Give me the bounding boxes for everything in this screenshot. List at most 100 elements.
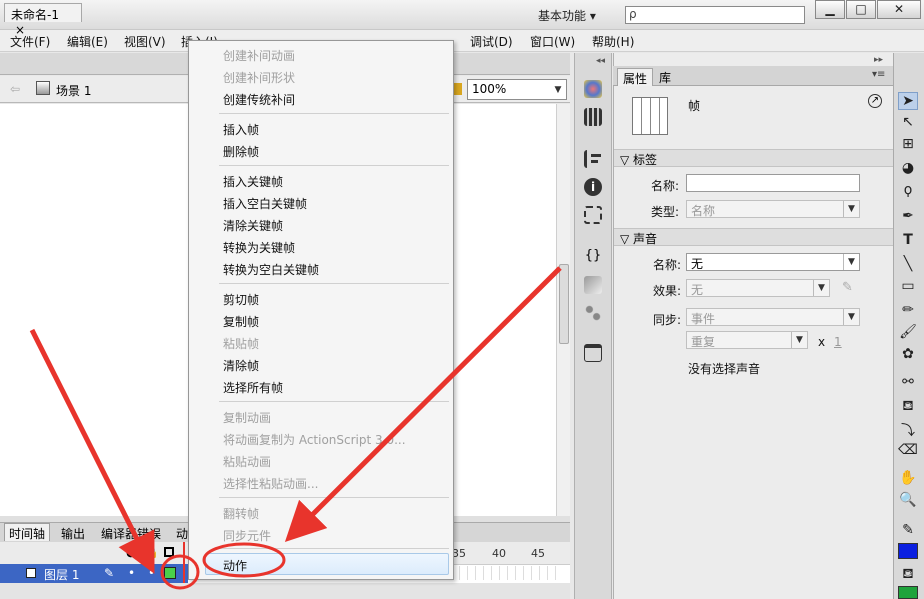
menu-item-create-classic-tween[interactable]: 创建传统补间 [223, 91, 295, 108]
workspace-switcher[interactable]: 基本功能 ▾ [538, 7, 596, 24]
align-icon[interactable] [584, 150, 602, 168]
info-icon[interactable]: i [584, 178, 602, 196]
color-panel-icon[interactable] [584, 80, 602, 98]
close-icon[interactable]: × [15, 23, 25, 37]
menu-item-paste-motion[interactable]: 粘贴动画 [223, 453, 271, 470]
label-type-select[interactable]: 名称 ▼ [686, 200, 860, 218]
tab-output[interactable]: 输出 [57, 524, 89, 542]
selection-tool-icon[interactable]: ➤ [898, 92, 918, 110]
close-button[interactable]: ✕ [877, 0, 921, 19]
menu-item-insert-blank-keyframe[interactable]: 插入空白关键帧 [223, 195, 307, 212]
sound-section-header[interactable]: ▽ 声音 [614, 228, 893, 246]
zoom-select[interactable]: 100% ▼ [467, 79, 567, 100]
menu-item-paste-motion-special[interactable]: 选择性粘贴动画... [223, 475, 318, 492]
fill-color-swatch[interactable] [898, 586, 918, 599]
text-tool-icon[interactable]: T [898, 232, 918, 250]
arrow-icon[interactable]: ↗ [868, 94, 882, 108]
menu-item-create-motion-tween[interactable]: 创建补间动画 [223, 47, 295, 64]
menu-item-remove-frames[interactable]: 删除帧 [223, 143, 259, 160]
menu-item-actions[interactable]: 动作 [223, 557, 247, 574]
outline-icon[interactable] [164, 547, 174, 557]
layer-name[interactable]: 图层 1 [44, 566, 79, 583]
menu-item-clear-keyframe[interactable]: 清除关键帧 [223, 217, 283, 234]
menu-item-insert-frame[interactable]: 插入帧 [223, 121, 259, 138]
menu-item-copy-frames[interactable]: 复制帧 [223, 313, 259, 330]
layer-color-swatch[interactable] [164, 567, 176, 579]
fill-color-bucket-icon[interactable]: ⛾ [898, 566, 918, 584]
pen-tool-icon[interactable]: ✒ [898, 208, 918, 226]
visibility-dot-icon[interactable]: • [128, 566, 135, 580]
tab-timeline[interactable]: 时间轴 [4, 523, 51, 541]
tab-properties[interactable]: 属性 [617, 68, 654, 86]
swatches-icon[interactable] [584, 108, 602, 126]
stroke-color-pencil-icon[interactable]: ✎ [898, 522, 918, 540]
line-tool-icon[interactable]: ╲ [898, 256, 918, 274]
menu-item-cut-frames[interactable]: 剪切帧 [223, 291, 259, 308]
motion-presets-icon[interactable] [584, 304, 602, 322]
rectangle-tool-icon[interactable]: ▭ [898, 278, 918, 296]
eyedropper-tool-icon[interactable]: ⤵ [898, 420, 918, 439]
maximize-button[interactable]: □ [846, 0, 876, 19]
sound-name-select[interactable]: 无 ▼ [686, 253, 860, 271]
menu-edit[interactable]: 编辑(E) [67, 33, 108, 50]
menu-item-copy-motion[interactable]: 复制动画 [223, 409, 271, 426]
eraser-tool-icon[interactable]: ⌫ [898, 442, 918, 460]
lock-dot-icon[interactable]: • [148, 566, 155, 580]
pencil-tool-icon[interactable]: ✏ [898, 302, 918, 320]
repeat-times-value[interactable]: 1 [834, 335, 842, 349]
eye-icon[interactable]: ● [126, 546, 136, 559]
menu-item-insert-keyframe[interactable]: 插入关键帧 [223, 173, 283, 190]
panel-menu-icon[interactable]: ▾≡ [872, 69, 885, 80]
menu-separator [219, 165, 449, 166]
actions-icon[interactable]: {} [584, 248, 602, 266]
chevron-down-icon: ▼ [843, 201, 859, 217]
transform-icon[interactable] [584, 206, 602, 224]
zoom-tool-icon[interactable]: 🔍 [898, 492, 918, 510]
paint-bucket-tool-icon[interactable]: ⛾ [898, 398, 918, 416]
menu-item-select-all-frames[interactable]: 选择所有帧 [223, 379, 283, 396]
edit-envelope-pencil-icon[interactable]: ✎ [842, 280, 853, 295]
menu-item-paste-frames[interactable]: 粘贴帧 [223, 335, 259, 352]
deco-tool-icon[interactable]: ✿ [898, 346, 918, 364]
scrollbar-thumb[interactable] [559, 264, 569, 344]
frame-cells[interactable] [452, 566, 556, 580]
menu-item-synchronize-symbols[interactable]: 同步元件 [223, 527, 271, 544]
back-arrow-icon[interactable]: ⇦ [10, 82, 20, 96]
menu-item-copy-motion-as-as3[interactable]: 将动画复制为 ActionScript 3.0... [223, 431, 406, 448]
label-section-header[interactable]: ▽ 标签 [614, 149, 893, 167]
expand-arrows-icon[interactable]: ▸▸ [874, 55, 883, 65]
bone-tool-icon[interactable]: ⚯ [898, 374, 918, 392]
collapse-arrows-icon[interactable]: ◂◂ [596, 56, 605, 66]
document-tab[interactable]: 未命名-1 × [4, 3, 82, 37]
3d-rotation-tool-icon[interactable]: ◕ [898, 160, 918, 178]
minimize-button[interactable]: ▁ [815, 0, 845, 19]
free-transform-tool-icon[interactable]: ⊞ [898, 136, 918, 154]
menu-debug[interactable]: 调试(D) [470, 33, 513, 50]
menu-item-reverse-frames[interactable]: 翻转帧 [223, 505, 259, 522]
menu-item-clear-frames[interactable]: 清除帧 [223, 357, 259, 374]
sync-select[interactable]: 事件 ▼ [686, 308, 860, 326]
type-label: 类型: [651, 205, 680, 219]
effect-select[interactable]: 无 ▼ [686, 279, 830, 297]
lasso-tool-icon[interactable]: ϙ [898, 182, 918, 200]
workspace-label: 基本功能 [538, 9, 587, 23]
menu-help[interactable]: 帮助(H) [592, 33, 634, 50]
subselection-tool-icon[interactable]: ↖ [898, 114, 918, 132]
frame-name-input[interactable] [686, 174, 860, 192]
menu-window[interactable]: 窗口(W) [530, 33, 575, 50]
lock-icon[interactable]: 🔒 [145, 546, 159, 559]
menu-item-convert-to-blank-keyframes[interactable]: 转换为空白关键帧 [223, 261, 319, 278]
menu-item-create-shape-tween[interactable]: 创建补间形状 [223, 69, 295, 86]
tab-library[interactable]: 库 [654, 68, 676, 86]
menu-item-convert-to-keyframes[interactable]: 转换为关键帧 [223, 239, 295, 256]
stage-vertical-scrollbar[interactable] [556, 104, 570, 516]
components-icon[interactable] [584, 276, 602, 294]
help-search-input[interactable]: ρ [625, 6, 805, 24]
repeat-select[interactable]: 重复 ▼ [686, 331, 808, 349]
menu-view[interactable]: 视图(V) [124, 33, 166, 50]
hand-tool-icon[interactable]: ✋ [898, 470, 918, 488]
tab-compiler-errors[interactable]: 编译器错误 [97, 524, 165, 542]
project-icon[interactable] [584, 344, 602, 362]
stroke-color-swatch[interactable] [898, 543, 918, 559]
brush-tool-icon[interactable]: 🖌 [898, 324, 918, 342]
